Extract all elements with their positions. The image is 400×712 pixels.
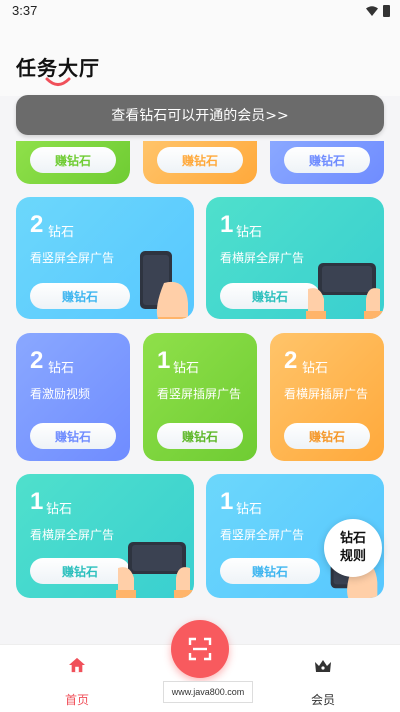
home-icon bbox=[69, 657, 85, 673]
card-unit: 钻石 bbox=[302, 361, 329, 376]
tab-member[interactable]: 会员 bbox=[293, 653, 353, 707]
card-unit: 钻石 bbox=[236, 502, 263, 517]
task-card-portrait-fullscreen[interactable]: 2 钻石 看竖屏全屏广告 赚钻石 bbox=[16, 197, 194, 319]
tab-home[interactable]: 首页 bbox=[47, 653, 107, 707]
phone-landscape-icon bbox=[116, 542, 194, 598]
task-card-portrait-interstitial[interactable]: 1 钻石 看竖屏插屏广告 赚钻石 bbox=[143, 333, 257, 461]
task-card-reward-video[interactable]: 2 钻石 看激励视频 赚钻石 bbox=[16, 333, 130, 461]
task-card-partial-3[interactable]: 赚钻石 bbox=[270, 141, 384, 184]
page-header: 任务大厅 bbox=[0, 24, 400, 96]
card-desc: 看激励视频 bbox=[30, 387, 91, 401]
crown-icon bbox=[315, 660, 331, 672]
card-desc: 看横屏全屏广告 bbox=[220, 251, 305, 265]
card-desc: 看横屏插屏广告 bbox=[284, 387, 369, 401]
task-card-landscape-interstitial[interactable]: 2 钻石 看横屏插屏广告 赚钻石 bbox=[270, 333, 384, 461]
card-unit: 钻石 bbox=[48, 225, 75, 240]
card-unit: 钻石 bbox=[48, 361, 75, 376]
card-amount: 2 bbox=[284, 347, 298, 374]
tab-member-label: 会员 bbox=[310, 693, 335, 707]
task-card-partial-2[interactable]: 赚钻石 bbox=[143, 141, 257, 184]
status-bar: 3:37 bbox=[0, 0, 400, 24]
task-card-landscape-fullscreen-2[interactable]: 1 钻石 看横屏全屏广告 赚钻石 bbox=[16, 474, 194, 598]
diamond-rules-button[interactable]: 钻石 规则 bbox=[324, 519, 382, 577]
watermark: www.java800.com bbox=[163, 681, 253, 703]
phone-landscape-icon bbox=[306, 263, 384, 319]
earn-button[interactable]: 赚钻石 bbox=[157, 423, 243, 449]
card-amount: 2 bbox=[30, 347, 44, 374]
card-unit: 钻石 bbox=[173, 361, 200, 376]
rules-line-1: 钻石 bbox=[339, 531, 366, 546]
card-amount: 1 bbox=[30, 488, 44, 515]
earn-button[interactable]: 赚钻石 bbox=[30, 423, 116, 449]
earn-button[interactable]: 赚钻石 bbox=[284, 423, 370, 449]
wifi-icon bbox=[366, 6, 378, 16]
card-amount: 1 bbox=[220, 211, 234, 238]
status-time: 3:37 bbox=[12, 3, 38, 18]
task-card-landscape-fullscreen[interactable]: 1 钻石 看横屏全屏广告 赚钻石 bbox=[206, 197, 384, 319]
rules-line-2: 规则 bbox=[339, 549, 366, 564]
member-banner[interactable]: 查看钻石可以开通的会员>> bbox=[16, 95, 384, 135]
card-amount: 1 bbox=[157, 347, 171, 374]
phone-portrait-icon bbox=[140, 251, 190, 319]
task-card-partial-1[interactable]: 赚钻石 bbox=[16, 141, 130, 184]
title-smile-decoration bbox=[45, 77, 71, 86]
earn-button[interactable]: 赚钻石 bbox=[30, 283, 130, 309]
scan-icon bbox=[188, 637, 212, 661]
earn-button[interactable]: 赚钻石 bbox=[157, 147, 243, 173]
card-amount: 2 bbox=[30, 211, 44, 238]
card-desc: 看竖屏插屏广告 bbox=[157, 387, 242, 401]
earn-button[interactable]: 赚钻石 bbox=[30, 147, 116, 173]
card-unit: 钻石 bbox=[236, 225, 263, 240]
earn-button[interactable]: 赚钻石 bbox=[284, 147, 370, 173]
tab-home-label: 首页 bbox=[64, 693, 89, 707]
card-desc: 看横屏全屏广告 bbox=[30, 528, 115, 542]
card-desc: 看竖屏全屏广告 bbox=[220, 528, 305, 542]
card-desc: 看竖屏全屏广告 bbox=[30, 251, 115, 265]
battery-icon bbox=[383, 5, 390, 17]
card-amount: 1 bbox=[220, 488, 234, 515]
card-unit: 钻石 bbox=[46, 502, 73, 517]
scan-button[interactable] bbox=[171, 620, 229, 678]
earn-button[interactable]: 赚钻石 bbox=[220, 558, 320, 584]
